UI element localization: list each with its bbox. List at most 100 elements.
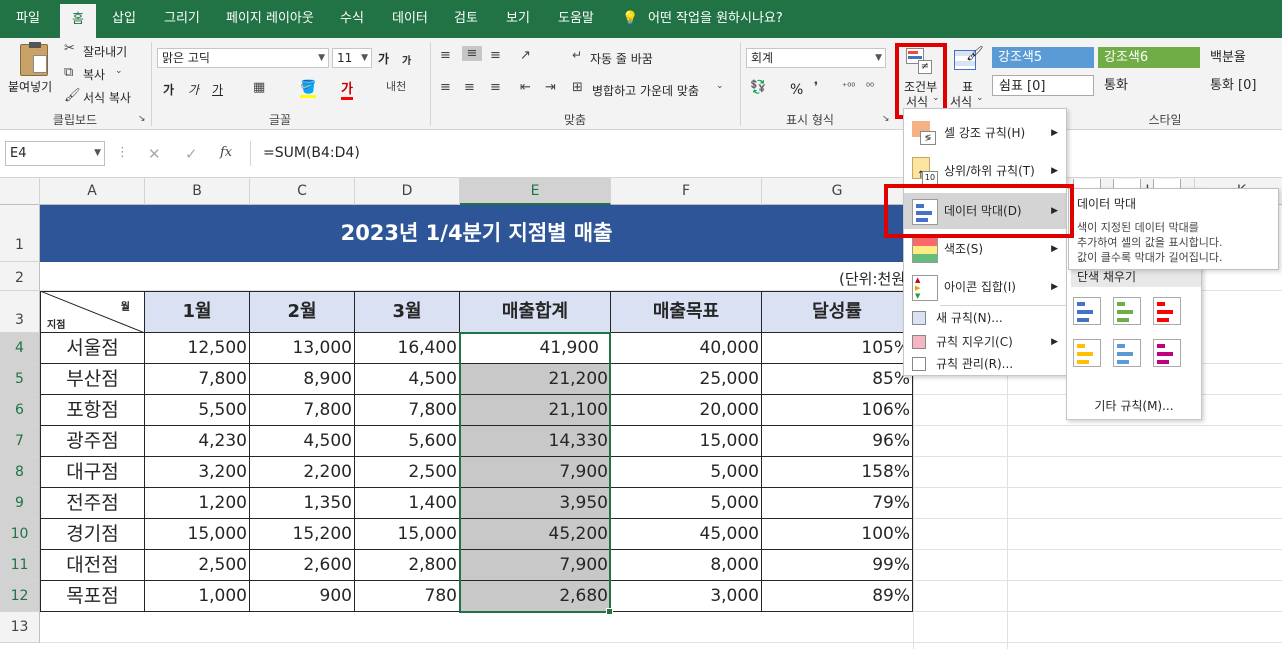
- shrink-font-button[interactable]: 가: [402, 52, 411, 67]
- data-cell[interactable]: 20,000: [611, 395, 762, 426]
- style-comma0[interactable]: 쉼표 [0]: [992, 75, 1094, 96]
- tab-file[interactable]: 파일: [16, 0, 40, 38]
- menu-highlight-cells-rules[interactable]: ≶ 셀 강조 규칙(H) ▶: [904, 115, 1066, 151]
- row-header-6[interactable]: 6: [0, 395, 40, 426]
- data-cell[interactable]: 12,500: [145, 333, 250, 364]
- data-cell[interactable]: 4,500: [355, 364, 460, 395]
- more-rules-link[interactable]: 기타 규칙(M)...: [1067, 395, 1201, 417]
- comma-style-icon[interactable]: ❜: [814, 80, 818, 95]
- solid-databar-red-icon[interactable]: [1153, 297, 1181, 325]
- header-cell-6[interactable]: 달성률: [762, 291, 913, 333]
- cancel-icon[interactable]: ✕: [148, 145, 161, 163]
- tab-data[interactable]: 데이터: [392, 0, 428, 38]
- col-header-c[interactable]: C: [250, 178, 355, 205]
- data-cell[interactable]: 3,000: [611, 581, 762, 612]
- style-accent5[interactable]: 강조색5: [992, 47, 1094, 68]
- align-left-icon[interactable]: ≡: [440, 80, 451, 95]
- data-cell[interactable]: 900: [250, 581, 355, 612]
- data-cell[interactable]: 780: [355, 581, 460, 612]
- increase-decimal-icon[interactable]: ⁺⁰⁰: [842, 82, 855, 93]
- branch-name-cell[interactable]: 포항점: [40, 395, 145, 426]
- branch-name-cell[interactable]: 대전점: [40, 550, 145, 581]
- solid-databar-purple-icon[interactable]: [1153, 339, 1181, 367]
- active-cell-e4[interactable]: 41,900: [461, 334, 609, 363]
- paste-button[interactable]: 붙여넣기: [8, 78, 52, 95]
- data-cell[interactable]: 79%: [762, 488, 913, 519]
- data-cell[interactable]: 25,000: [611, 364, 762, 395]
- data-cell[interactable]: 4,500: [250, 426, 355, 457]
- tab-formulas[interactable]: 수식: [340, 0, 364, 38]
- data-cell[interactable]: 15,000: [145, 519, 250, 550]
- data-cell[interactable]: 40,000: [611, 333, 762, 364]
- underline-button[interactable]: 가: [212, 81, 223, 98]
- enter-check-icon[interactable]: ✓: [185, 145, 198, 163]
- data-cell[interactable]: 5,000: [611, 488, 762, 519]
- branch-name-cell[interactable]: 전주점: [40, 488, 145, 519]
- paste-icon[interactable]: [20, 42, 48, 76]
- header-cell-4[interactable]: 매출합계: [460, 291, 611, 333]
- orientation-icon[interactable]: ↗: [520, 48, 531, 63]
- header-cell-2[interactable]: 2월: [250, 291, 355, 333]
- row-header-8[interactable]: 8: [0, 457, 40, 488]
- data-cell[interactable]: 158%: [762, 457, 913, 488]
- header-corner-cell[interactable]: 월 지점: [40, 291, 145, 333]
- merge-center-button[interactable]: 병합하고 가운데 맞춤: [592, 82, 699, 99]
- fill-color-icon[interactable]: 🪣: [300, 80, 317, 98]
- data-cell[interactable]: 2,200: [250, 457, 355, 488]
- header-cell-5[interactable]: 매출목표: [611, 291, 762, 333]
- data-cell[interactable]: 2,800: [355, 550, 460, 581]
- percent-style-button[interactable]: %: [790, 82, 803, 98]
- increase-indent-icon[interactable]: ⇥: [545, 80, 556, 95]
- data-cell[interactable]: 1,350: [250, 488, 355, 519]
- font-name-combo[interactable]: 맑은 고딕 ▼: [157, 48, 329, 68]
- data-cell[interactable]: 89%: [762, 581, 913, 612]
- row-header-5[interactable]: 5: [0, 364, 40, 395]
- tab-page-layout[interactable]: 페이지 레이아웃: [226, 0, 314, 38]
- solid-databar-orange-icon[interactable]: [1073, 339, 1101, 367]
- align-bottom-icon[interactable]: ≡: [490, 48, 501, 63]
- data-cell[interactable]: 85%: [762, 364, 913, 395]
- grow-font-button[interactable]: 가: [378, 50, 389, 67]
- col-header-f[interactable]: F: [611, 178, 762, 205]
- menu-icon-sets[interactable]: ▲ ▶ ▼ 아이콘 집합(I) ▶: [904, 269, 1066, 305]
- phonetic-icon[interactable]: 내천: [386, 78, 406, 94]
- tab-view[interactable]: 보기: [506, 0, 530, 38]
- data-cell[interactable]: 5,500: [145, 395, 250, 426]
- tab-insert[interactable]: 삽입: [112, 0, 136, 38]
- align-center-icon[interactable]: ≡: [464, 80, 475, 95]
- col-header-b[interactable]: B: [145, 178, 250, 205]
- cut-button[interactable]: 잘라내기: [83, 43, 127, 60]
- data-cell[interactable]: 2,600: [250, 550, 355, 581]
- chevron-down-icon[interactable]: ⌄: [115, 66, 123, 76]
- row-header-3[interactable]: 3: [0, 291, 40, 333]
- branch-name-cell[interactable]: 서울점: [40, 333, 145, 364]
- unit-label[interactable]: (단위:천원): [611, 262, 911, 291]
- data-cell[interactable]: 1,400: [355, 488, 460, 519]
- data-cell[interactable]: 15,000: [355, 519, 460, 550]
- data-cell[interactable]: 1,200: [145, 488, 250, 519]
- data-cell[interactable]: 15,200: [250, 519, 355, 550]
- accounting-format-icon[interactable]: 💱: [750, 80, 766, 95]
- data-cell[interactable]: 1,000: [145, 581, 250, 612]
- col-header-a[interactable]: A: [40, 178, 145, 205]
- style-accent6[interactable]: 강조색6: [1098, 47, 1200, 68]
- data-cell[interactable]: 106%: [762, 395, 913, 426]
- copy-button[interactable]: 복사: [83, 66, 105, 83]
- style-currency[interactable]: 통화: [1098, 75, 1200, 96]
- row-header-9[interactable]: 9: [0, 488, 40, 519]
- branch-name-cell[interactable]: 경기점: [40, 519, 145, 550]
- font-size-combo[interactable]: 11 ▼: [332, 48, 372, 68]
- tab-draw[interactable]: 그리기: [164, 0, 200, 38]
- data-cell[interactable]: 7,800: [250, 395, 355, 426]
- data-cell[interactable]: 7,800: [145, 364, 250, 395]
- tab-review[interactable]: 검토: [454, 0, 478, 38]
- branch-name-cell[interactable]: 부산점: [40, 364, 145, 395]
- data-cell[interactable]: 5,000: [611, 457, 762, 488]
- style-currency0[interactable]: 통화 [0]: [1204, 75, 1280, 96]
- data-cell[interactable]: 100%: [762, 519, 913, 550]
- data-cell[interactable]: 5,600: [355, 426, 460, 457]
- row-header-4[interactable]: 4: [0, 333, 40, 364]
- decrease-decimal-icon[interactable]: ⁰⁰: [866, 82, 874, 93]
- col-header-e[interactable]: E: [460, 178, 611, 205]
- data-cell[interactable]: 99%: [762, 550, 913, 581]
